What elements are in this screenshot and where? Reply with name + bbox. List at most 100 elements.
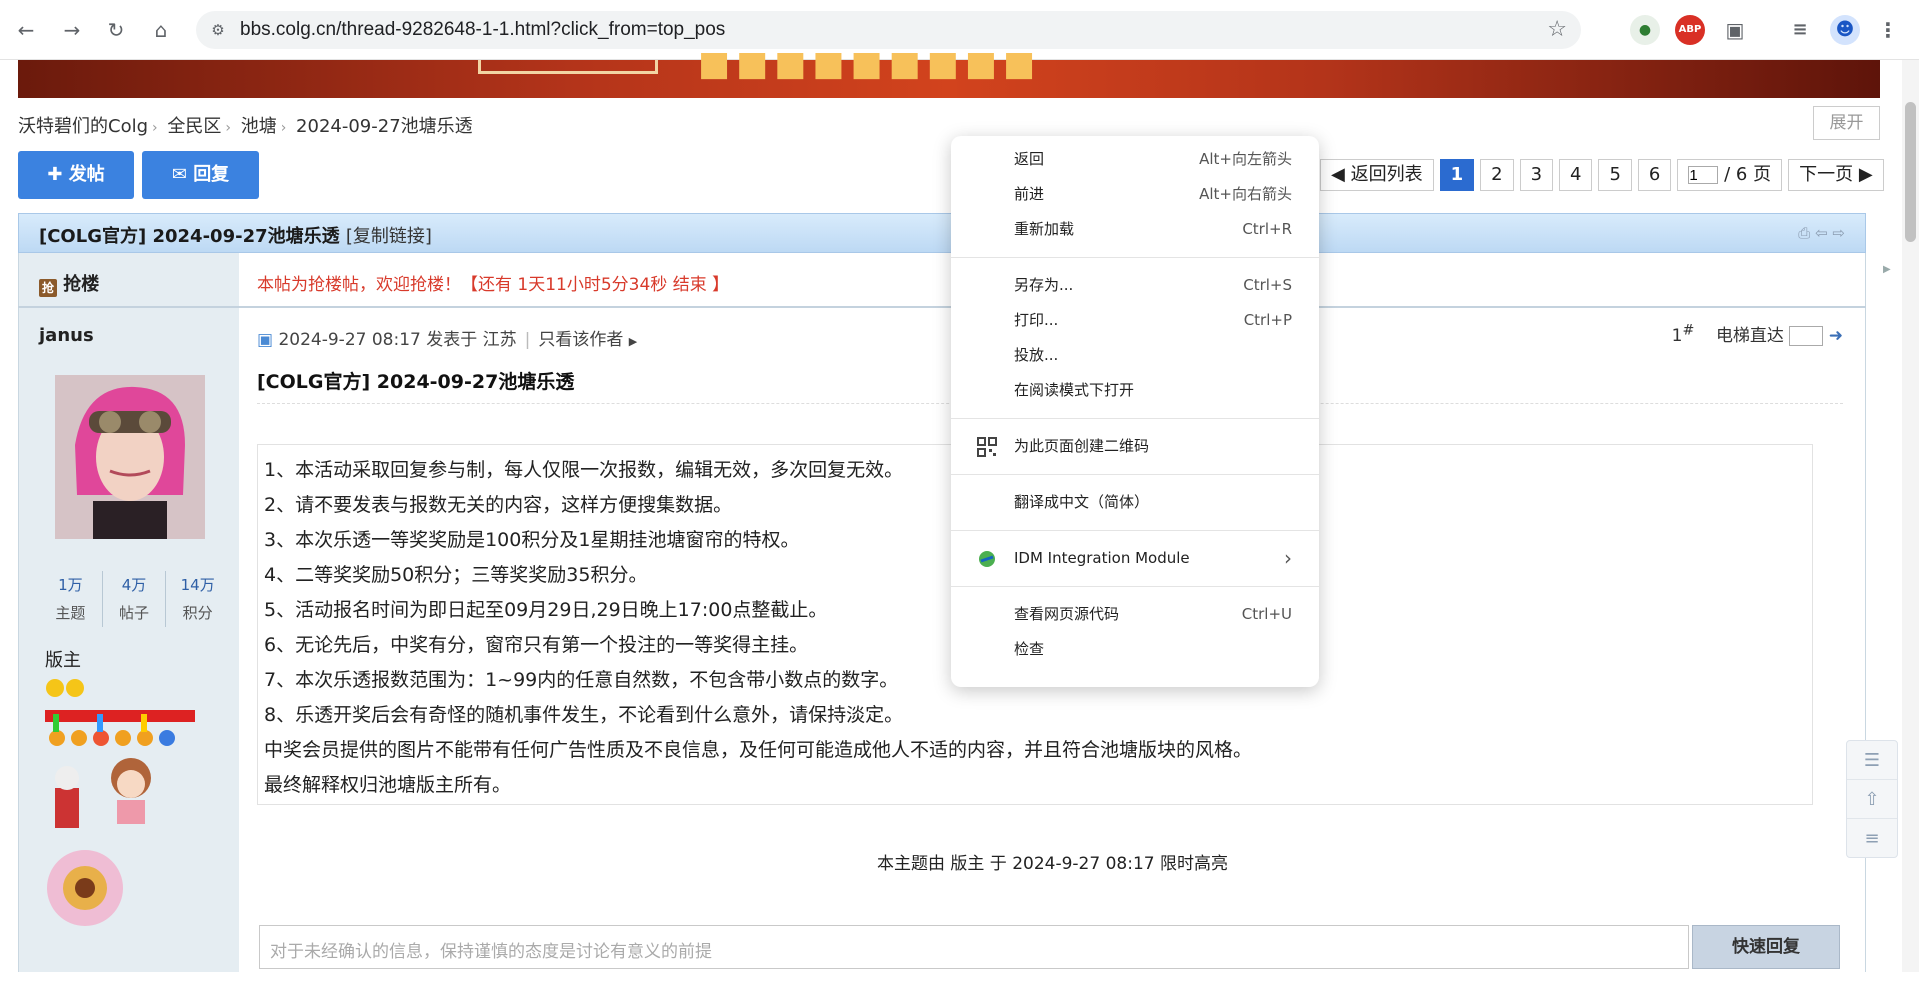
menu-item-label: 为此页面创建二维码 bbox=[1014, 437, 1150, 455]
plus-icon: ✚ bbox=[47, 164, 63, 185]
menu-item-shortcut: Ctrl+U bbox=[1241, 605, 1292, 623]
menu-item-cast[interactable]: 投放... bbox=[951, 338, 1319, 373]
idm-extension-icon[interactable]: ● bbox=[1630, 15, 1660, 45]
thread-header: [COLG官方] 2024-09-27池塘乐透 [复制链接] ⎙ ⇦ ⇨ bbox=[18, 213, 1866, 253]
extensions-puzzle-icon[interactable]: ▣ bbox=[1720, 15, 1750, 45]
menu-separator bbox=[951, 257, 1319, 258]
online-user-icon: ▣ bbox=[257, 330, 274, 350]
post-date: 2024-9-27 08:17 发表于 江苏 bbox=[278, 330, 517, 350]
scrollbar-thumb[interactable] bbox=[1905, 102, 1916, 242]
stat-topics[interactable]: 1万 主题 bbox=[39, 571, 103, 627]
menu-item-reload[interactable]: 重新加载 Ctrl+R bbox=[951, 212, 1319, 247]
menu-item-label: 查看网页源代码 bbox=[1014, 605, 1120, 623]
rule-line: 最终解释权归池塘版主所有。 bbox=[264, 774, 512, 796]
breadcrumb: 沃特碧们的Colg › 全民区 › 池塘 › 2024-09-27池塘乐透 bbox=[18, 112, 473, 138]
rule-line: 中奖会员提供的图片不能带有任何广告性质及不良信息，及任何可能造成他人不适的内容，… bbox=[264, 739, 1253, 761]
menu-item-idm[interactable]: IDM Integration Module › bbox=[951, 541, 1319, 576]
bookmark-star-icon[interactable]: ☆ bbox=[1547, 18, 1567, 42]
quick-reply-input[interactable]: 对于未经确认的信息，保持谨慎的态度是讨论有意义的前提 bbox=[259, 925, 1689, 969]
right-triangle-icon: ▶ bbox=[1858, 164, 1873, 185]
float-list-icon[interactable]: ≡ bbox=[1847, 819, 1897, 858]
menu-item-translate[interactable]: 翻译成中文（简体） bbox=[951, 485, 1319, 520]
elevator-go-icon[interactable]: ➜ bbox=[1829, 326, 1843, 346]
stat-posts-key: 帖子 bbox=[119, 604, 150, 622]
page-scrollbar[interactable] bbox=[1902, 60, 1919, 972]
next-thread-icon[interactable]: ⇨ bbox=[1832, 224, 1845, 242]
stat-topics-value: 1万 bbox=[58, 576, 83, 594]
author-name[interactable]: janus bbox=[39, 325, 94, 346]
forward-arrow-icon[interactable]: → bbox=[58, 16, 86, 44]
back-to-list-button[interactable]: ◀ 返回列表 bbox=[1320, 159, 1434, 191]
menu-item-shortcut: Ctrl+P bbox=[1243, 311, 1292, 329]
menu-item-reading-mode[interactable]: 在阅读模式下打开 bbox=[951, 373, 1319, 408]
submenu-chevron-icon: › bbox=[1284, 546, 1292, 570]
left-triangle-icon: ◀ bbox=[1331, 164, 1345, 185]
menu-item-back[interactable]: 返回 Alt+向左箭头 bbox=[951, 142, 1319, 177]
thread-title: [COLG官方] 2024-09-27池塘乐透 bbox=[39, 226, 340, 247]
home-icon[interactable]: ⌂ bbox=[147, 16, 175, 44]
breadcrumb-forum[interactable]: 池塘 bbox=[241, 116, 277, 137]
stat-points-value: 14万 bbox=[180, 576, 215, 594]
new-post-button[interactable]: ✚ 发帖 bbox=[18, 151, 134, 199]
browser-menu-icon[interactable]: ⋮ bbox=[1873, 15, 1903, 45]
print-icon[interactable]: ⎙ bbox=[1798, 224, 1810, 242]
page-1-button[interactable]: 1 bbox=[1439, 159, 1475, 191]
stat-points[interactable]: 14万积分 bbox=[166, 571, 229, 627]
breadcrumb-thread[interactable]: 2024-09-27池塘乐透 bbox=[296, 116, 473, 137]
author-sidebar: 抢 抢楼 janus 1万 主题 4万 帖子 14万 积分 版主 bbox=[18, 253, 239, 972]
comment-icon: ✉ bbox=[171, 164, 187, 185]
rule-line: 8、乐透开奖后会有奇怪的随机事件发生，不论看到什么意外，请保持淡定。 bbox=[264, 704, 904, 726]
next-page-button[interactable]: 下一页 ▶ bbox=[1788, 159, 1884, 191]
anime-girl-icon bbox=[111, 758, 151, 824]
prev-thread-icon[interactable]: ⇦ bbox=[1815, 224, 1828, 242]
menu-item-label: IDM Integration Module bbox=[1014, 549, 1190, 567]
page-4-button[interactable]: 4 bbox=[1559, 159, 1593, 191]
menu-item-label: 在阅读模式下打开 bbox=[1014, 381, 1135, 399]
page-2-button[interactable]: 2 bbox=[1480, 159, 1514, 191]
author-avatar[interactable] bbox=[55, 375, 205, 539]
menu-item-print[interactable]: 打印... Ctrl+P bbox=[951, 303, 1319, 338]
site-info-icon[interactable]: ⚙ bbox=[208, 20, 228, 40]
menu-separator bbox=[951, 530, 1319, 531]
copy-link[interactable]: [复制链接] bbox=[346, 226, 432, 247]
url-text[interactable]: bbs.colg.cn/thread-9282648-1-1.html?clic… bbox=[240, 20, 725, 40]
page-6-button[interactable]: 6 bbox=[1637, 159, 1672, 191]
reply-label: 回复 bbox=[193, 164, 230, 185]
menu-item-forward[interactable]: 前进 Alt+向右箭头 bbox=[951, 177, 1319, 212]
float-back-to-top-icon[interactable]: ⇧ bbox=[1847, 780, 1897, 819]
stat-points-key: 积分 bbox=[182, 604, 213, 622]
top-banner[interactable]: ■■■■■■■■■ bbox=[18, 44, 1880, 98]
floor-number: 1 bbox=[1671, 326, 1683, 346]
menu-item-save-as[interactable]: 另存为... Ctrl+S bbox=[951, 268, 1319, 303]
page-3-button[interactable]: 3 bbox=[1519, 159, 1554, 191]
menu-item-label: 翻译成中文（简体） bbox=[1014, 493, 1150, 511]
expand-button[interactable]: 展开 bbox=[1813, 106, 1880, 140]
float-comment-icon[interactable]: ☰ bbox=[1847, 741, 1897, 780]
medal-row-icon bbox=[45, 710, 195, 746]
menu-item-label: 打印... bbox=[1014, 311, 1059, 329]
breadcrumb-home[interactable]: 沃特碧们的Colg bbox=[18, 116, 148, 137]
qr-code-icon bbox=[977, 437, 997, 457]
back-arrow-icon[interactable]: ← bbox=[12, 16, 40, 44]
stat-posts-value: 4万 bbox=[121, 576, 147, 594]
adblock-extension-icon[interactable]: ABP bbox=[1675, 15, 1705, 45]
side-collapse-arrow-icon[interactable]: ▶ bbox=[1883, 264, 1891, 275]
reload-icon[interactable]: ↻ bbox=[102, 16, 130, 44]
quick-reply-button[interactable]: 快速回复 bbox=[1692, 925, 1840, 969]
profile-avatar-icon[interactable]: ☻ bbox=[1830, 15, 1860, 45]
menu-item-view-source[interactable]: 查看网页源代码 Ctrl+U bbox=[951, 597, 1319, 632]
post-title: [COLG官方] 2024-09-27池塘乐透 bbox=[257, 371, 575, 393]
menu-item-inspect[interactable]: 检查 bbox=[951, 632, 1319, 667]
menu-item-qr-code[interactable]: 为此页面创建二维码 bbox=[951, 429, 1319, 464]
page-5-button[interactable]: 5 bbox=[1598, 159, 1632, 191]
breadcrumb-zone[interactable]: 全民区 bbox=[167, 116, 221, 137]
reply-button[interactable]: ✉ 回复 bbox=[142, 151, 259, 199]
page-jump: / 6 页 bbox=[1677, 159, 1783, 191]
emoji-badges-icon bbox=[46, 679, 84, 697]
stat-posts[interactable]: 4万帖子 bbox=[103, 571, 167, 627]
elevator-input[interactable] bbox=[1789, 326, 1824, 346]
page-jump-input[interactable] bbox=[1688, 166, 1719, 184]
only-author-link[interactable]: 只看该作者 bbox=[538, 330, 623, 350]
media-queue-icon[interactable]: ≡ bbox=[1785, 15, 1815, 45]
post-meta: ▣ 2024-9-27 08:17 发表于 江苏 | 只看该作者 ▶ bbox=[257, 325, 637, 350]
